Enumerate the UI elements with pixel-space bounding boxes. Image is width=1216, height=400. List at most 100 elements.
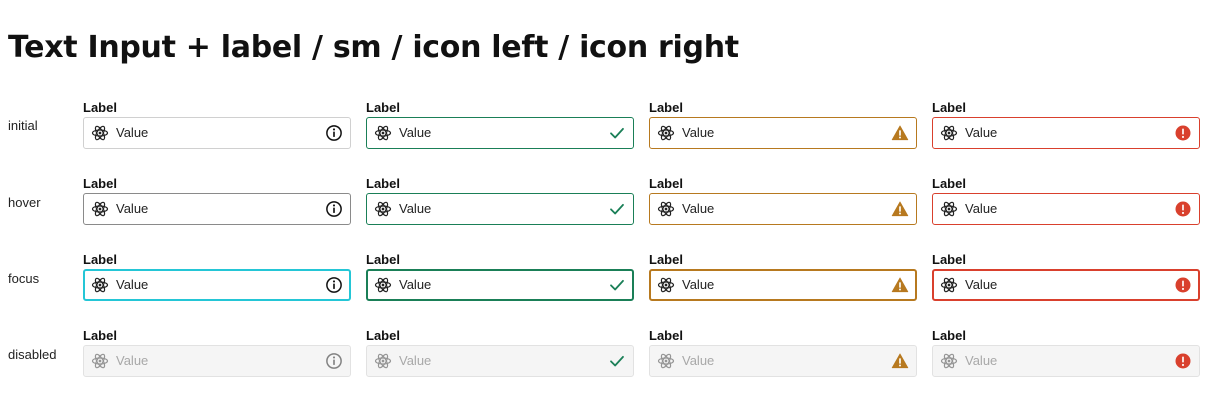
check-icon xyxy=(608,276,626,294)
text-input-box[interactable]: Value xyxy=(366,117,634,149)
field-label: Label xyxy=(649,176,683,191)
input-value: Value xyxy=(399,353,432,368)
input-value: Value xyxy=(965,353,998,368)
info-icon xyxy=(325,124,343,142)
atom-icon xyxy=(91,352,109,370)
text-input-box[interactable]: Value xyxy=(932,117,1200,149)
text-input-box: Value xyxy=(932,345,1200,377)
atom-icon xyxy=(657,200,675,218)
state-label: hover xyxy=(8,195,41,210)
text-input-box: Value xyxy=(649,345,917,377)
field-label: Label xyxy=(932,328,966,343)
error-icon xyxy=(1174,276,1192,294)
text-input-default-initial: Label Value xyxy=(83,100,351,170)
text-input-box: Value xyxy=(83,345,351,377)
field-label: Label xyxy=(366,252,400,267)
text-input-box: Value xyxy=(366,345,634,377)
text-input-box[interactable]: Value xyxy=(649,117,917,149)
atom-icon xyxy=(940,200,958,218)
input-value[interactable]: Value xyxy=(399,125,608,141)
warning-icon xyxy=(891,124,909,142)
atom-icon xyxy=(374,276,392,294)
text-input-box[interactable]: Value xyxy=(83,269,351,301)
input-value[interactable]: Value xyxy=(682,201,891,217)
atom-icon xyxy=(91,124,109,142)
text-input-default-hover: Label Value xyxy=(83,176,351,246)
text-input-box[interactable]: Value xyxy=(649,193,917,225)
text-input-error-disabled: Label Value xyxy=(932,328,1200,398)
state-row-focus: focus Label Value Label Value Label Value Label… xyxy=(0,252,1216,322)
text-input-box[interactable]: Value xyxy=(932,269,1200,301)
text-input-error-initial: Label Value xyxy=(932,100,1200,170)
text-input-warning-disabled: Label Value xyxy=(649,328,917,398)
info-icon xyxy=(325,276,343,294)
warning-icon xyxy=(891,200,909,218)
field-label: Label xyxy=(366,176,400,191)
field-label: Label xyxy=(649,252,683,267)
input-value[interactable]: Value xyxy=(682,277,891,293)
text-input-box[interactable]: Value xyxy=(366,269,634,301)
text-input-warning-focus: Label Value xyxy=(649,252,917,322)
text-input-success-hover: Label Value xyxy=(366,176,634,246)
info-icon xyxy=(325,200,343,218)
atom-icon xyxy=(657,352,675,370)
error-icon xyxy=(1174,352,1192,370)
field-label: Label xyxy=(366,328,400,343)
text-input-default-focus: Label Value xyxy=(83,252,351,322)
input-value[interactable]: Value xyxy=(682,125,891,141)
page-title: Text Input + label / sm / icon left / ic… xyxy=(8,30,739,65)
atom-icon xyxy=(91,276,109,294)
error-icon xyxy=(1174,200,1192,218)
input-value[interactable]: Value xyxy=(399,201,608,217)
state-label: focus xyxy=(8,271,40,286)
state-row-hover: hover Label Value Label Value Label Value Label… xyxy=(0,176,1216,246)
text-input-error-hover: Label Value xyxy=(932,176,1200,246)
text-input-success-initial: Label Value xyxy=(366,100,634,170)
field-label: Label xyxy=(83,176,117,191)
field-label: Label xyxy=(366,100,400,115)
text-input-success-focus: Label Value xyxy=(366,252,634,322)
atom-icon xyxy=(657,124,675,142)
text-input-box[interactable]: Value xyxy=(649,269,917,301)
atom-icon xyxy=(940,276,958,294)
check-icon xyxy=(608,200,626,218)
field-label: Label xyxy=(83,252,117,267)
info-icon xyxy=(325,352,343,370)
field-label: Label xyxy=(649,328,683,343)
warning-icon xyxy=(891,352,909,370)
text-input-warning-initial: Label Value xyxy=(649,100,917,170)
field-label: Label xyxy=(932,100,966,115)
field-label: Label xyxy=(649,100,683,115)
input-value[interactable]: Value xyxy=(116,125,325,141)
text-input-box[interactable]: Value xyxy=(932,193,1200,225)
input-value[interactable]: Value xyxy=(965,125,1174,141)
state-label: disabled xyxy=(8,347,57,362)
field-label: Label xyxy=(83,100,117,115)
check-icon xyxy=(608,124,626,142)
text-input-success-disabled: Label Value xyxy=(366,328,634,398)
error-icon xyxy=(1174,124,1192,142)
state-row-disabled: disabled Label Value Label Value Label Value La… xyxy=(0,328,1216,398)
field-label: Label xyxy=(83,328,117,343)
text-input-error-focus: Label Value xyxy=(932,252,1200,322)
state-row-initial: initial Label Value Label Value Label Value Lab… xyxy=(0,100,1216,170)
atom-icon xyxy=(940,352,958,370)
atom-icon xyxy=(374,352,392,370)
state-label: initial xyxy=(8,118,38,133)
input-value: Value xyxy=(116,353,149,368)
text-input-box[interactable]: Value xyxy=(83,117,351,149)
text-input-box[interactable]: Value xyxy=(83,193,351,225)
atom-icon xyxy=(940,124,958,142)
input-value[interactable]: Value xyxy=(116,277,325,293)
warning-icon xyxy=(891,276,909,294)
input-value[interactable]: Value xyxy=(116,201,325,217)
input-value[interactable]: Value xyxy=(965,277,1174,293)
atom-icon xyxy=(374,124,392,142)
check-icon xyxy=(608,352,626,370)
text-input-box[interactable]: Value xyxy=(366,193,634,225)
input-value[interactable]: Value xyxy=(399,277,608,293)
atom-icon xyxy=(374,200,392,218)
atom-icon xyxy=(657,276,675,294)
input-value[interactable]: Value xyxy=(965,201,1174,217)
atom-icon xyxy=(91,200,109,218)
